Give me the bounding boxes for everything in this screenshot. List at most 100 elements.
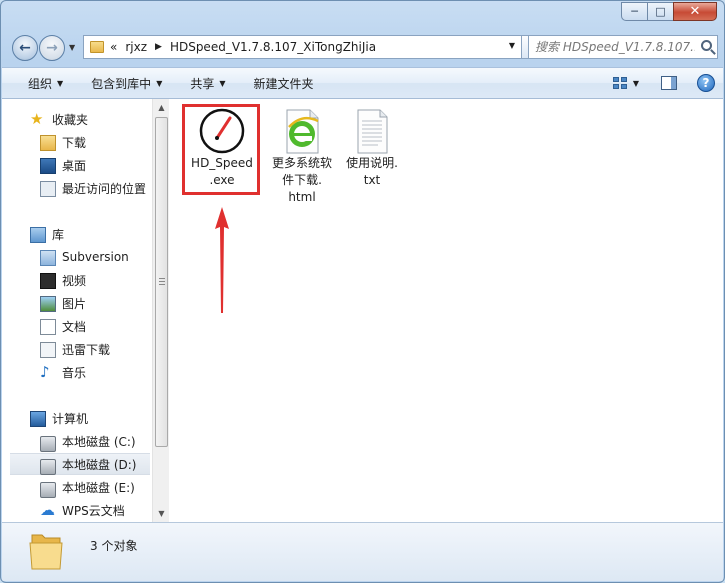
folder-icon xyxy=(90,41,104,53)
download-folder-icon xyxy=(40,135,56,151)
share-menu[interactable]: 共享 ▼ xyxy=(176,75,239,92)
details-pane: 3 个对象 xyxy=(2,522,723,581)
highlight-box xyxy=(182,104,260,195)
sidebar-item-label: 音乐 xyxy=(62,365,87,380)
sidebar-item-downloads[interactable]: 下载 xyxy=(40,131,86,153)
red-arrow-up-icon xyxy=(215,207,229,313)
file-name-line: 件下载. xyxy=(282,173,322,187)
scroll-up-button[interactable]: ▲ xyxy=(153,99,170,116)
sidebar-item-label: 迅雷下载 xyxy=(62,342,111,357)
content-area: ★ 收藏夹 下载 桌面 最近访问的位置 库 Subversion 视频 图片 文… xyxy=(2,99,723,522)
ie-html-icon xyxy=(286,109,319,154)
include-in-library-label: 包含到库中 xyxy=(91,76,152,91)
system-drive-icon xyxy=(40,435,56,452)
preview-pane-icon[interactable] xyxy=(661,76,677,90)
close-button[interactable]: ✕ xyxy=(673,2,717,21)
organize-label: 组织 xyxy=(28,76,53,91)
sidebar-item-documents[interactable]: 文档 xyxy=(40,315,86,337)
help-icon[interactable]: ? xyxy=(697,74,715,92)
maximize-icon: □ xyxy=(655,5,666,18)
file-item-readme-txt[interactable]: 使用说明. txt xyxy=(333,107,411,189)
sidebar-item-videos[interactable]: 视频 xyxy=(40,269,86,291)
grip-icon xyxy=(159,278,165,285)
sidebar-item-pictures[interactable]: 图片 xyxy=(40,292,86,314)
new-folder-label: 新建文件夹 xyxy=(253,76,314,91)
caption-buttons: ─ □ ✕ xyxy=(621,2,717,21)
close-icon: ✕ xyxy=(689,4,701,19)
navigation-pane-scrollbar[interactable]: ▲ ▼ xyxy=(152,99,169,522)
subversion-library-icon xyxy=(40,250,56,266)
include-in-library-menu[interactable]: 包含到库中 ▼ xyxy=(77,75,176,92)
music-icon: ♪ xyxy=(40,363,50,381)
breadcrumb-rjxz[interactable]: rjxz xyxy=(125,40,147,54)
sidebar-item-music[interactable]: ♪ 音乐 xyxy=(40,361,86,383)
chevron-down-icon: ▼ xyxy=(57,78,64,88)
library-icon xyxy=(30,227,46,243)
sidebar-item-libraries[interactable]: 库 xyxy=(30,223,64,245)
search-icon[interactable] xyxy=(701,40,712,51)
address-history-dropdown[interactable]: ▼ xyxy=(509,41,515,50)
recent-pages-dropdown[interactable]: ▼ xyxy=(69,43,75,52)
maximize-button[interactable]: □ xyxy=(647,2,673,21)
search-input[interactable] xyxy=(535,40,695,54)
pictures-icon xyxy=(40,296,56,312)
recent-places-icon xyxy=(40,180,56,197)
sidebar-item-wps-cloud[interactable]: ☁ WPS云文档 xyxy=(40,499,125,521)
view-controls: ▼ ? xyxy=(612,68,715,98)
sidebar-item-computer[interactable]: 计算机 xyxy=(30,407,88,429)
address-bar[interactable]: « rjxz ▶ HDSpeed_V1.7.8.107_XiTongZhiJia… xyxy=(83,35,522,59)
scroll-down-button[interactable]: ▼ xyxy=(153,505,170,522)
minimize-button[interactable]: ─ xyxy=(621,2,647,21)
change-view-icon[interactable] xyxy=(612,77,627,89)
item-count: 3 个对象 xyxy=(90,539,138,553)
thunder-download-icon xyxy=(40,341,56,358)
explorer-window: ─ □ ✕ ← → ▼ « rjxz ▶ HDSpeed_V1.7.8.107_… xyxy=(0,0,725,583)
text-file-icon xyxy=(357,109,388,154)
back-button[interactable]: ← xyxy=(12,35,38,61)
sidebar-item-thunder-downloads[interactable]: 迅雷下载 xyxy=(40,338,110,360)
arrow-right-icon: → xyxy=(46,40,58,56)
arrow-left-icon: ← xyxy=(19,40,31,56)
breadcrumb-overflow[interactable]: « xyxy=(110,40,117,54)
sidebar-item-label: 本地磁盘 (D:) xyxy=(62,457,137,472)
sidebar-item-subversion[interactable]: Subversion xyxy=(40,246,129,268)
sidebar-item-label: 桌面 xyxy=(62,158,87,173)
chevron-down-icon: ▼ xyxy=(156,78,163,88)
breadcrumb-separator[interactable]: ▶ xyxy=(155,42,162,52)
file-name-line: txt xyxy=(363,173,381,187)
share-label: 共享 xyxy=(190,76,215,91)
help-label: ? xyxy=(702,76,710,90)
file-item-more-software-html[interactable]: 更多系统软 件下载. html xyxy=(263,107,341,206)
sidebar-item-recent-places[interactable]: 最近访问的位置 xyxy=(40,177,146,199)
sidebar-item-drive-e[interactable]: 本地磁盘 (E:) xyxy=(40,476,135,498)
drive-icon xyxy=(40,458,56,475)
new-folder-button[interactable]: 新建文件夹 xyxy=(240,75,328,92)
sidebar-item-desktop[interactable]: 桌面 xyxy=(40,154,86,176)
sidebar-item-favorites[interactable]: ★ 收藏夹 xyxy=(30,108,88,130)
search-box[interactable] xyxy=(528,35,718,59)
sidebar-item-label: 库 xyxy=(52,227,65,242)
navigation-bar: ← → ▼ « rjxz ▶ HDSpeed_V1.7.8.107_XiTong… xyxy=(9,31,718,63)
scrollbar-thumb[interactable] xyxy=(155,117,168,447)
file-name-line: 更多系统软 xyxy=(271,156,332,170)
sidebar-item-drive-c[interactable]: 本地磁盘 (C:) xyxy=(40,430,136,452)
navigation-pane: ★ 收藏夹 下载 桌面 最近访问的位置 库 Subversion 视频 图片 文… xyxy=(2,99,154,522)
sidebar-item-label: WPS云文档 xyxy=(62,503,125,518)
computer-icon xyxy=(30,411,46,427)
sidebar-item-label: 图片 xyxy=(62,296,87,311)
sidebar-item-label: 本地磁盘 (E:) xyxy=(62,480,135,495)
forward-button[interactable]: → xyxy=(39,35,65,61)
command-bar: 组织 ▼ 包含到库中 ▼ 共享 ▼ 新建文件夹 ▼ ? xyxy=(2,67,723,99)
sidebar-item-label: 最近访问的位置 xyxy=(62,181,147,196)
chevron-down-icon: ▼ xyxy=(219,78,226,88)
minimize-icon: ─ xyxy=(631,5,638,18)
breadcrumb-current-folder[interactable]: HDSpeed_V1.7.8.107_XiTongZhiJia xyxy=(170,40,376,54)
organize-menu[interactable]: 组织 ▼ xyxy=(2,75,77,92)
view-options-dropdown[interactable]: ▼ xyxy=(633,79,639,88)
file-name-line: html xyxy=(288,190,316,204)
sidebar-item-label: 视频 xyxy=(62,273,87,288)
desktop-icon xyxy=(40,158,56,174)
documents-icon xyxy=(40,318,56,335)
file-name-line: 使用说明. xyxy=(346,156,398,170)
sidebar-item-drive-d[interactable]: 本地磁盘 (D:) xyxy=(10,453,150,475)
